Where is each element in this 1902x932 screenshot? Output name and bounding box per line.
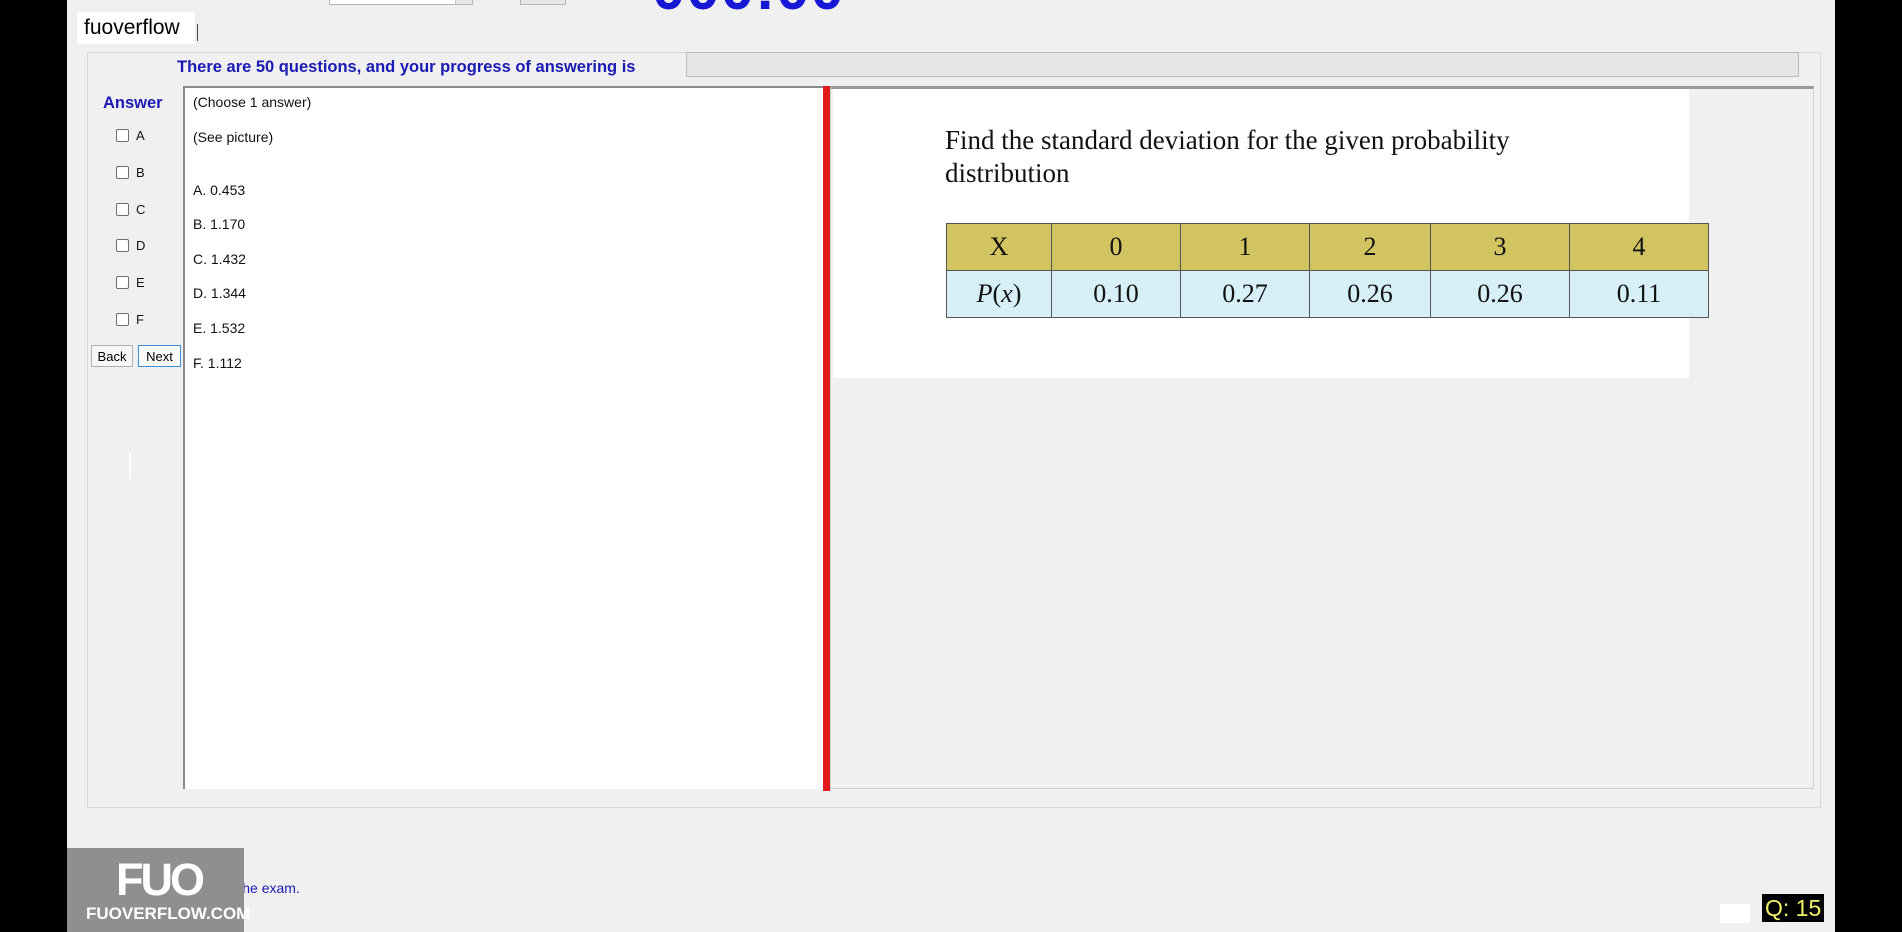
probability-table: X 0 1 2 3 4 P(x) 0.10 0.27 0.26 0.26 0.1… [946, 223, 1709, 318]
see-picture-text: (See picture) [193, 129, 274, 145]
choice-c-text: C. 1.432 [193, 251, 246, 267]
choice-b-text: B. 1.170 [193, 216, 246, 232]
option-c-label: C [136, 201, 146, 217]
x-value-cell: 2 [1309, 223, 1431, 271]
table-row: X 0 1 2 3 4 [946, 223, 1709, 271]
p-value-cell: 0.26 [1309, 270, 1431, 318]
option-c[interactable]: C [116, 201, 146, 217]
option-e[interactable]: E [116, 274, 145, 290]
checkbox-f[interactable] [116, 312, 129, 326]
option-e-label: E [136, 274, 145, 290]
input-strip [1720, 904, 1750, 923]
p-symbol: P [976, 279, 993, 308]
progress-bar [686, 52, 1799, 77]
panel-divider[interactable] [823, 86, 830, 791]
option-a-label: A [136, 127, 145, 143]
exam-window: 000:00 fuoverflow There are 50 questions… [67, 0, 1835, 932]
top-dropdown[interactable] [329, 0, 473, 5]
watermark-logo: FUO FUOVERFLOW.COM [67, 848, 250, 932]
next-button[interactable]: Next [138, 345, 181, 367]
countdown-timer: 000:00 [652, 0, 845, 23]
x-header-cell: X [946, 223, 1052, 271]
x-value-cell: 4 [1569, 223, 1709, 271]
top-small-control[interactable] [520, 0, 566, 5]
question-text: Find the standard deviation for the give… [945, 125, 1510, 188]
brand-label: fuoverflow [77, 12, 195, 44]
option-f-label: F [136, 311, 144, 327]
choice-f-text: F. 1.112 [193, 355, 242, 371]
checkbox-c[interactable] [116, 202, 129, 216]
text-cursor [197, 24, 198, 41]
back-button[interactable]: Back [91, 345, 133, 367]
choice-e-text: E. 1.532 [193, 320, 246, 336]
checkbox-a[interactable] [116, 128, 129, 142]
checkbox-e[interactable] [116, 275, 129, 289]
choice-d-text: D. 1.344 [193, 285, 246, 301]
option-b-label: B [136, 164, 145, 180]
progress-label: There are 50 questions, and your progres… [177, 58, 636, 76]
answer-title: Answer [103, 94, 163, 112]
checkbox-b[interactable] [116, 165, 129, 179]
choice-a-text: A. 0.453 [193, 182, 246, 198]
x-value-cell: 0 [1051, 223, 1181, 271]
x-value-cell: 3 [1430, 223, 1570, 271]
px-header-cell: P(x) [946, 270, 1052, 318]
checkbox-d[interactable] [116, 238, 129, 252]
logo-mark: FUO [116, 854, 205, 905]
chevron-down-icon[interactable] [455, 0, 472, 4]
instruction-text: (Choose 1 answer) [193, 94, 312, 110]
option-b[interactable]: B [116, 164, 145, 180]
p-value-cell: 0.26 [1430, 270, 1570, 318]
logo-site-text: FUOVERFLOW.COM [86, 904, 251, 923]
x-symbol: x [1001, 279, 1013, 308]
p-value-cell: 0.11 [1569, 270, 1709, 318]
option-a[interactable]: A [116, 127, 145, 143]
question-text-panel[interactable]: (Choose 1 answer) (See picture) A. 0.453… [183, 86, 823, 789]
p-value-cell: 0.10 [1051, 270, 1181, 318]
scroll-marker [129, 453, 131, 479]
x-value-cell: 1 [1180, 223, 1310, 271]
p-value-cell: 0.27 [1180, 270, 1310, 318]
option-d[interactable]: D [116, 237, 146, 253]
option-f[interactable]: F [116, 311, 144, 327]
option-d-label: D [136, 237, 146, 253]
table-row: P(x) 0.10 0.27 0.26 0.26 0.11 [946, 270, 1709, 318]
question-number-badge: Q: 15 [1762, 894, 1825, 922]
